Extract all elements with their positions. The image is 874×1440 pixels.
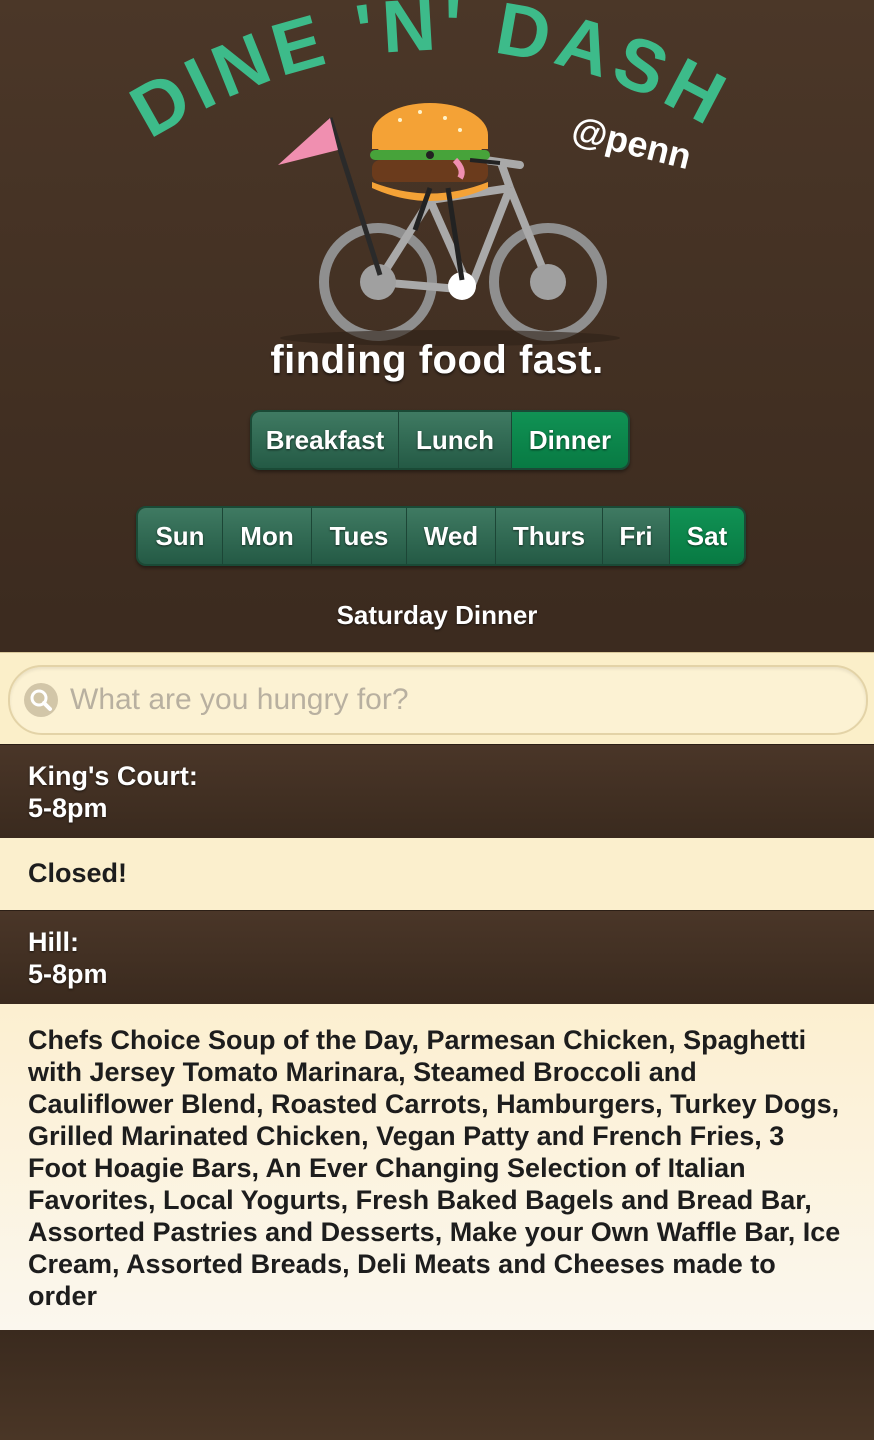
location-header-hill[interactable]: Hill: 5-8pm bbox=[0, 910, 874, 1005]
page: DINE 'N' DASH @penn finding food fast. B… bbox=[0, 0, 874, 1440]
location-header-kings-court[interactable]: King's Court: 5-8pm bbox=[0, 744, 874, 839]
location-name: King's Court: bbox=[28, 761, 198, 791]
search-bar bbox=[0, 652, 874, 746]
meal-button-lunch[interactable]: Lunch bbox=[399, 412, 512, 468]
location-hours: 5-8pm bbox=[28, 959, 108, 989]
menu-text: Chefs Choice Soup of the Day, Parmesan C… bbox=[28, 1025, 841, 1311]
location-hours: 5-8pm bbox=[28, 793, 108, 823]
location-menu-hill: Chefs Choice Soup of the Day, Parmesan C… bbox=[0, 1004, 874, 1330]
day-button-wed[interactable]: Wed bbox=[407, 508, 496, 564]
tagline: finding food fast. bbox=[270, 338, 604, 382]
search-input[interactable] bbox=[68, 677, 852, 723]
meal-selector: Breakfast Lunch Dinner bbox=[250, 410, 630, 470]
day-button-fri[interactable]: Fri bbox=[603, 508, 670, 564]
menu-text: Closed! bbox=[28, 858, 128, 888]
day-button-mon[interactable]: Mon bbox=[223, 508, 312, 564]
bicycle-icon bbox=[319, 156, 607, 341]
meal-button-dinner[interactable]: Dinner bbox=[512, 412, 628, 468]
search-box[interactable] bbox=[8, 665, 868, 735]
meal-button-breakfast[interactable]: Breakfast bbox=[252, 412, 399, 468]
header: DINE 'N' DASH @penn finding food fast. B… bbox=[0, 0, 874, 652]
day-button-sun[interactable]: Sun bbox=[138, 508, 223, 564]
flag-icon bbox=[278, 118, 338, 165]
day-selector: Sun Mon Tues Wed Thurs Fri Sat bbox=[136, 506, 746, 566]
day-button-tues[interactable]: Tues bbox=[312, 508, 407, 564]
location-menu-kings-court: Closed! bbox=[0, 838, 874, 910]
search-icon bbox=[24, 683, 58, 717]
location-name: Hill: bbox=[28, 927, 79, 957]
day-button-sat[interactable]: Sat bbox=[670, 508, 744, 564]
day-button-thurs[interactable]: Thurs bbox=[496, 508, 603, 564]
selection-title: Saturday Dinner bbox=[336, 600, 538, 630]
